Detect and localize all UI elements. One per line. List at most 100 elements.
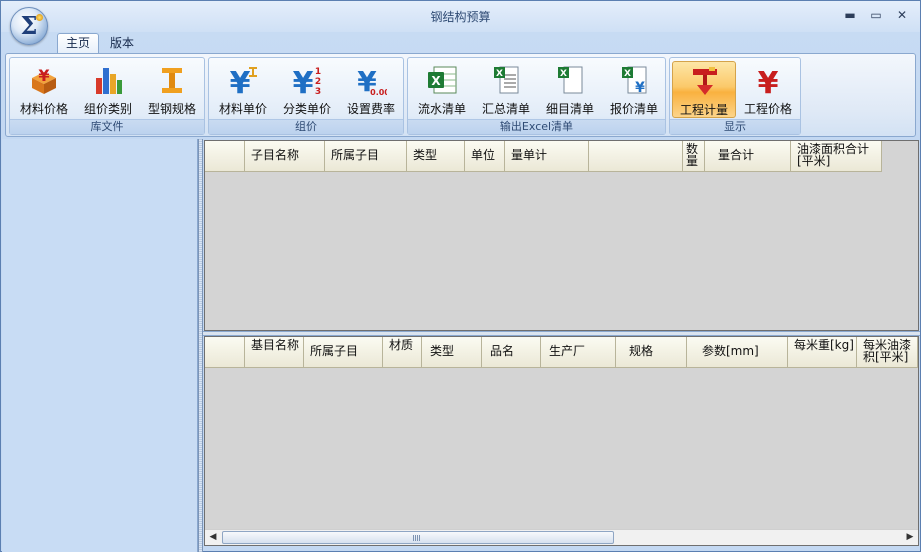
excel-glyph: X (431, 74, 441, 88)
yuan-glyph: ¥ (38, 66, 49, 85)
column-header[interactable]: 量单计 (505, 141, 589, 172)
price-category-icon (96, 68, 122, 94)
set-rate-button[interactable]: ¥ 0.00 设置费率 (339, 61, 403, 118)
material-unit-price-icon: ¥ (230, 66, 257, 96)
column-header[interactable]: 数量 (683, 141, 705, 172)
project-tree-panel[interactable] (2, 139, 198, 552)
app-menu-orb[interactable]: Σ (10, 7, 48, 45)
material-price-icon: ¥ (32, 66, 56, 94)
ribbon-group-library-label: 库文件 (10, 119, 204, 134)
project-price-icon: ¥ (758, 66, 779, 96)
ribbon-tabs: 主页 版本 (57, 33, 145, 54)
horizontal-scrollbar[interactable]: ◀ ▶ (205, 529, 918, 545)
excel-detail-icon: X (558, 66, 583, 94)
measurement-icon (693, 67, 717, 95)
number-2-glyph: 2 (315, 77, 321, 87)
number-1-glyph: 1 (315, 67, 321, 77)
tab-version[interactable]: 版本 (101, 33, 143, 53)
material-grid[interactable]: 基目名称 所属子目 材质 类型 品名 生产厂 规格 参数[mm] 每米重[kg]… (204, 336, 919, 546)
orb-badge-icon (36, 14, 43, 21)
yuan-glyph: ¥ (635, 80, 645, 96)
ribbon-group-excel-export-label: 输出Excel清单 (408, 119, 665, 134)
app-window: 钢结构预算 ▬ ▭ ✕ Σ 主页 版本 ¥ 材料价格 组价类别 型钢规格 库文件… (0, 0, 921, 552)
column-header[interactable]: 生产厂 (541, 337, 616, 368)
scroll-left-button[interactable]: ◀ (205, 530, 221, 545)
steel-section-button[interactable]: 型钢规格 (140, 61, 204, 118)
item-grid[interactable]: 子目名称 所属子目 类型 单位 量单计 数量 量合计 油漆面积合计[平米] (204, 140, 919, 331)
set-rate-label: 设置费率 (346, 102, 395, 116)
excel-glyph: X (496, 69, 503, 79)
summary-list-label: 汇总清单 (481, 102, 530, 116)
row-header-stub (205, 337, 245, 368)
scroll-right-button[interactable]: ▶ (902, 530, 918, 545)
measurement-label: 工程计量 (679, 103, 728, 117)
column-header[interactable]: 所属子目 (325, 141, 407, 172)
rate-number-glyph: 0.00 (370, 88, 387, 96)
column-header[interactable]: 油漆面积合计[平米] (791, 141, 882, 172)
column-header[interactable]: 规格 (616, 337, 687, 368)
column-header[interactable]: 量合计 (705, 141, 791, 172)
project-price-label: 工程价格 (743, 102, 792, 116)
excel-glyph: X (560, 69, 567, 79)
column-header[interactable]: 材质 (383, 337, 422, 368)
column-header[interactable]: 基目名称 (245, 337, 304, 368)
maximize-button[interactable]: ▭ (864, 6, 888, 24)
yuan-glyph: ¥ (293, 66, 314, 96)
close-button[interactable]: ✕ (890, 6, 914, 24)
ribbon-group-library: ¥ 材料价格 组价类别 型钢规格 库文件 (9, 57, 205, 135)
column-header[interactable]: 每米油漆积[平米] (857, 337, 918, 368)
tab-home[interactable]: 主页 (57, 33, 100, 54)
column-header[interactable]: 类型 (407, 141, 465, 172)
material-unit-price-button[interactable]: ¥ 材料单价 (211, 61, 275, 118)
yuan-glyph: ¥ (230, 66, 251, 96)
price-category-button[interactable]: 组价类别 (76, 61, 140, 118)
column-header[interactable]: 每米重[kg] (788, 337, 857, 368)
flow-list-button[interactable]: X 流水清单 (410, 61, 474, 118)
column-header[interactable]: 类型 (422, 337, 482, 368)
category-unit-price-label: 分类单价 (282, 102, 331, 116)
project-price-button[interactable]: ¥ 工程价格 (736, 61, 800, 118)
material-price-label: 材料价格 (19, 102, 68, 116)
column-header[interactable]: 单位 (465, 141, 505, 172)
quote-list-button[interactable]: X ¥ 报价清单 (602, 61, 666, 118)
column-header[interactable]: 子目名称 (245, 141, 325, 172)
ribbon-group-pricing-label: 组价 (209, 119, 403, 134)
column-header[interactable]: 品名 (482, 337, 541, 368)
material-price-button[interactable]: ¥ 材料价格 (12, 61, 76, 118)
quote-list-label: 报价清单 (609, 102, 658, 116)
flow-list-label: 流水清单 (417, 102, 466, 116)
column-header[interactable]: 所属子目 (304, 337, 383, 368)
excel-quote-icon: X ¥ (622, 66, 647, 96)
ribbon-group-excel-export: X 流水清单 X 汇总清单 X 细目清单 X ¥ 报价清单 输出Excel清单 (407, 57, 666, 135)
detail-list-label: 细目清单 (545, 102, 594, 116)
excel-glyph: X (624, 69, 631, 79)
category-unit-price-button[interactable]: ¥ 1 2 3 分类单价 (275, 61, 339, 118)
price-category-label: 组价类别 (83, 102, 132, 116)
excel-icon: X (428, 66, 457, 94)
yuan-glyph: ¥ (758, 66, 779, 96)
category-unit-price-icon: ¥ 1 2 3 (293, 66, 322, 96)
row-header-stub (205, 141, 245, 172)
vertical-splitter[interactable] (198, 139, 203, 552)
material-unit-price-label: 材料单价 (218, 102, 267, 116)
measurement-button[interactable]: 工程计量 (672, 61, 736, 118)
ribbon-group-display: 工程计量 ¥ 工程价格 显示 (669, 57, 801, 135)
window-controls: ▬ ▭ ✕ (838, 6, 914, 24)
number-3-glyph: 3 (315, 87, 321, 96)
column-header-blank (589, 141, 683, 172)
window-title: 钢结构预算 (430, 10, 491, 24)
ribbon: ¥ 材料价格 组价类别 型钢规格 库文件 ¥ 材料单价 ¥ 1 2 3 分类单价… (5, 53, 916, 137)
detail-list-button[interactable]: X 细目清单 (538, 61, 602, 118)
steel-section-label: 型钢规格 (147, 102, 196, 116)
excel-summary-icon: X (494, 66, 519, 94)
set-rate-icon: ¥ 0.00 (357, 65, 387, 96)
item-grid-header: 子目名称 所属子目 类型 单位 量单计 数量 量合计 油漆面积合计[平米] (205, 141, 882, 172)
scroll-thumb[interactable] (222, 531, 614, 544)
grip-icon (413, 535, 421, 541)
summary-list-button[interactable]: X 汇总清单 (474, 61, 538, 118)
title-bar[interactable]: 钢结构预算 ▬ ▭ ✕ (1, 1, 920, 32)
steel-section-icon (162, 68, 182, 93)
minimize-button[interactable]: ▬ (838, 6, 862, 24)
material-grid-header: 基目名称 所属子目 材质 类型 品名 生产厂 规格 参数[mm] 每米重[kg]… (205, 337, 918, 368)
column-header[interactable]: 参数[mm] (687, 337, 788, 368)
